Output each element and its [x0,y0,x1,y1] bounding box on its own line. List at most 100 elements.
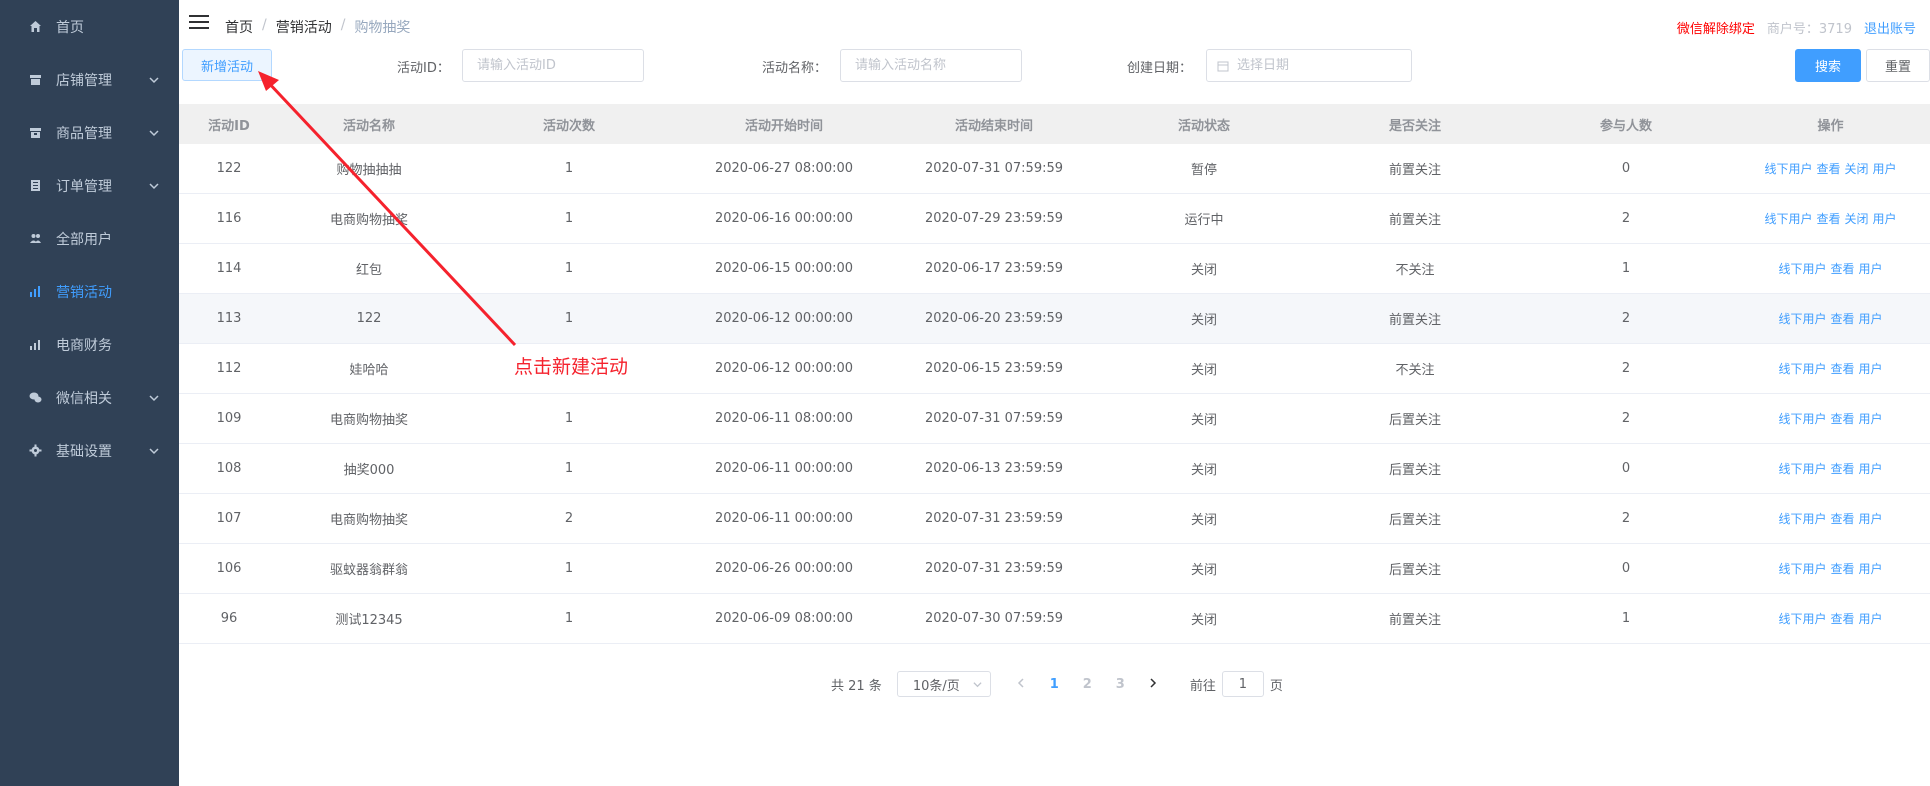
row-action-link[interactable]: 线下用户 [1778,562,1826,576]
activity-name-input[interactable] [840,49,1022,82]
cell-name: 娃哈哈 [349,363,389,378]
row-action-link[interactable]: 线下用户 [1764,162,1812,176]
cell-people: 1 [1621,261,1631,276]
reset-button[interactable]: 重置 [1866,49,1930,82]
activity-id-label: 活动ID： [397,61,450,76]
sidebar-item-0[interactable]: 首页 [0,0,179,53]
row-action-link[interactable]: 查看 [1830,412,1854,426]
row-action-link[interactable]: 查看 [1830,462,1854,476]
row-action-link[interactable]: 用户 [1873,162,1897,176]
row-action-link[interactable]: 查看 [1830,612,1854,626]
chevron-left-icon [1018,677,1024,688]
chevron-down-icon [149,391,159,402]
row-action-link[interactable]: 查看 [1830,562,1854,576]
column-header: 活动ID [208,118,250,134]
cell-name: 抽奖000 [343,463,395,478]
column-header: 活动名称 [342,118,395,134]
cell-end: 2020-07-31 23:59:59 [924,511,1064,526]
breadcrumb-home[interactable]: 首页 [225,17,253,37]
hamburger-icon[interactable] [189,15,209,31]
row-action-link[interactable]: 线下用户 [1778,462,1826,476]
row-action-link[interactable]: 线下用户 [1778,312,1826,326]
row-action-link[interactable]: 用户 [1859,362,1883,376]
sidebar-item-8[interactable]: 基础设置 [0,424,179,477]
gear-icon [28,444,42,458]
row-action-link[interactable]: 线下用户 [1778,612,1826,626]
cell-id: 109 [216,411,242,426]
row-action-link[interactable]: 关闭 [1845,162,1869,176]
row-action-link[interactable]: 查看 [1816,212,1840,226]
cell-id: 114 [216,261,242,276]
sidebar-item-3[interactable]: 订单管理 [0,159,179,212]
row-action-link[interactable]: 查看 [1830,312,1854,326]
table-row: 113 122 1 2020-06-12 00:00:00 2020-06-20 23:… [179,294,1930,344]
row-action-link[interactable]: 线下用户 [1778,412,1826,426]
row-action-link[interactable]: 用户 [1859,612,1883,626]
table-row: 108 抽奖000 1 2020-06-11 00:00:00 2020-06-13 2… [179,444,1930,494]
sidebar-item-7[interactable]: 微信相关 [0,371,179,424]
table-body: 122 购物抽抽抽 1 2020-06-27 08:00:00 2020-07-31 0… [179,144,1930,644]
prev-page-button[interactable] [1005,677,1038,692]
goto-page-input[interactable] [1221,671,1264,697]
column-header: 活动状态 [1177,118,1230,134]
row-action-link[interactable]: 用户 [1859,412,1883,426]
row-action-link[interactable]: 查看 [1830,262,1854,276]
cell-status: 关闭 [1190,613,1217,628]
row-action-link[interactable]: 用户 [1859,512,1883,526]
cell-ops: 线下用户 查看 用户 [1731,560,1930,577]
row-action-link[interactable]: 用户 [1859,312,1883,326]
cell-id: 108 [216,461,242,476]
cell-times: 1 [564,411,574,426]
sidebar-item-2[interactable]: 商品管理 [0,106,179,159]
cell-name: 122 [356,311,382,326]
row-action-link[interactable]: 用户 [1859,462,1883,476]
cell-name: 测试12345 [335,613,403,628]
sidebar-item-6[interactable]: 电商财务 [0,318,179,371]
cell-status: 运行中 [1184,213,1224,228]
row-action-link[interactable]: 关闭 [1845,212,1869,226]
row-action-link[interactable]: 线下用户 [1778,512,1826,526]
cell-start: 2020-06-16 00:00:00 [714,211,854,226]
finance-icon [28,338,42,352]
row-action-link[interactable]: 用户 [1873,212,1897,226]
logout-link[interactable]: 退出账号 [1864,18,1916,37]
row-action-link[interactable]: 用户 [1859,262,1883,276]
row-action-link[interactable]: 查看 [1816,162,1840,176]
page-number[interactable]: 2 [1071,677,1104,692]
created-date-label: 创建日期： [1127,61,1193,76]
cell-times: 1 [564,561,574,576]
sidebar-item-5[interactable]: 营销活动 [0,265,179,318]
page-size-select[interactable]: 10条/页 [896,671,991,697]
page-number[interactable]: 1 [1038,677,1071,692]
created-date-picker[interactable] [1206,49,1412,82]
cell-people: 2 [1621,311,1631,326]
cell-follow: 后置关注 [1388,513,1441,528]
cell-start: 2020-06-11 00:00:00 [714,511,854,526]
activity-id-input[interactable] [462,49,644,82]
unbind-wechat-link[interactable]: 微信解除绑定 [1677,18,1755,37]
new-activity-button[interactable]: 新增活动 [182,49,272,81]
row-action-link[interactable]: 用户 [1859,562,1883,576]
cell-people: 0 [1621,561,1631,576]
cell-ops: 线下用户 查看 关闭 用户 [1731,210,1930,227]
column-header: 活动开始时间 [744,118,823,134]
column-header: 是否关注 [1388,118,1441,134]
row-action-link[interactable]: 线下用户 [1764,212,1812,226]
page-number[interactable]: 3 [1104,677,1137,692]
search-button[interactable]: 搜索 [1795,49,1861,82]
cell-people: 1 [1621,611,1631,626]
store-icon [28,73,42,87]
row-action-link[interactable]: 查看 [1830,512,1854,526]
pagination-total: 共 21 条 [831,678,882,694]
sidebar-item-1[interactable]: 店铺管理 [0,53,179,106]
table-header: 活动ID 活动名称 活动次数 活动开始时间 活动结束时间 活动状态 是否关注 参与人数 操作 [179,104,1930,144]
row-action-link[interactable]: 线下用户 [1778,262,1826,276]
row-action-link[interactable]: 线下用户 [1778,362,1826,376]
row-action-link[interactable]: 查看 [1830,362,1854,376]
next-page-button[interactable] [1137,677,1170,692]
cell-times: 1 [564,311,574,326]
created-date-input[interactable] [1237,58,1397,73]
sidebar-item-4[interactable]: 全部用户 [0,212,179,265]
sidebar-item-label: 微信相关 [56,390,112,407]
breadcrumb-marketing[interactable]: 营销活动 [276,17,332,37]
